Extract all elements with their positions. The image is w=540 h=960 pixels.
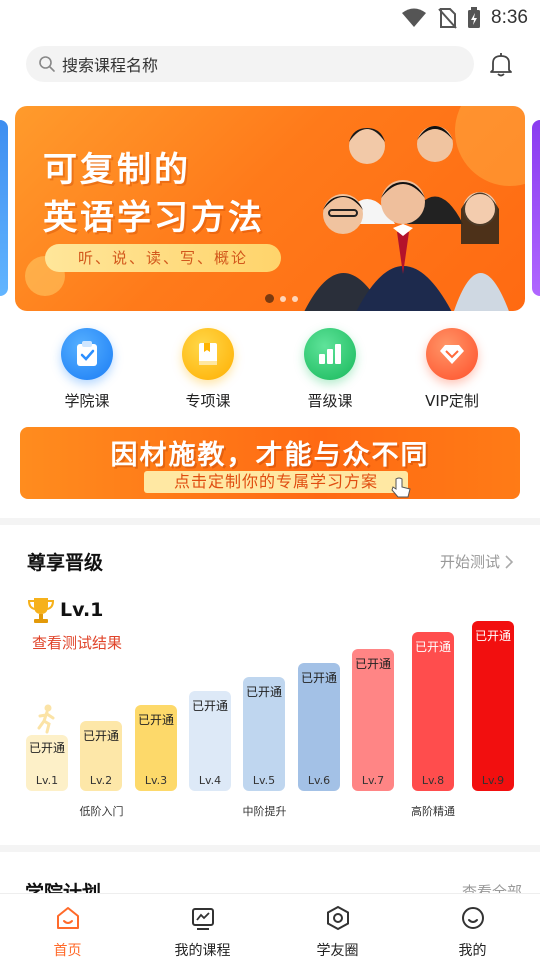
band-beginner: 低阶入门	[26, 799, 177, 825]
level-status: 已开通	[191, 699, 228, 713]
level-label: Lv.6	[307, 774, 331, 787]
search-placeholder: 搜索课程名称	[62, 56, 159, 75]
chevron-right-icon	[505, 554, 514, 569]
diamond-icon	[426, 328, 478, 380]
level-bar[interactable]: 已开通 Lv.3	[135, 705, 177, 791]
custom-plan-banner[interactable]: 因材施教，才能与众不同 点击定制你的专属学习方案	[20, 427, 520, 499]
band-advanced: 高阶精通	[352, 799, 514, 825]
app-screen: 8:36 搜索课程名称 可复制的 英语学习方法 听、说、读、写、概论 学院课 专…	[0, 0, 540, 960]
category-promotion-course[interactable]: 晋级课	[275, 328, 385, 411]
level-bar[interactable]: 已开通 Lv.5	[243, 677, 285, 791]
runner-icon	[37, 704, 55, 734]
status-icons: 8:36	[401, 6, 528, 30]
view-test-result-link[interactable]: 查看测试结果	[32, 632, 122, 653]
band-label: 中阶提升	[242, 805, 287, 818]
level-status: 已开通	[474, 629, 511, 643]
start-test-label: 开始测试	[439, 553, 500, 571]
trophy-icon	[27, 598, 55, 623]
category-label: 晋级课	[307, 392, 353, 410]
hand-pointer-icon	[391, 477, 411, 498]
level-label: Lv.7	[361, 774, 385, 787]
status-bar: 8:36	[0, 0, 540, 36]
band-label: 低阶入门	[79, 805, 124, 818]
level-label: Lv.2	[89, 774, 113, 787]
smiley-icon	[461, 907, 484, 929]
section-title-level: 尊享晋级	[27, 552, 104, 574]
level-label: Lv.1	[35, 774, 59, 787]
carousel-banner[interactable]: 可复制的 英语学习方法 听、说、读、写、概论	[15, 106, 525, 311]
current-level: Lv.1	[26, 595, 103, 625]
nav-label: 我的	[458, 943, 487, 959]
level-status: 已开通	[414, 640, 451, 654]
level-label: Lv.9	[481, 774, 505, 787]
band-label: 高阶精通	[411, 805, 455, 818]
promo-subtitle: 点击定制你的专属学习方案	[144, 471, 408, 493]
home-icon	[56, 907, 79, 929]
banner-subtitle: 听、说、读、写、概论	[45, 244, 281, 272]
hexagon-icon	[326, 905, 349, 931]
search-input[interactable]: 搜索课程名称	[26, 46, 474, 82]
clipboard-check-icon	[61, 328, 113, 380]
start-test-link[interactable]: 开始测试	[440, 551, 514, 572]
category-label: 学院课	[64, 392, 110, 410]
level-status: 已开通	[354, 657, 391, 671]
level-status: 已开通	[82, 729, 119, 743]
no-sim-icon	[438, 8, 457, 29]
teachers-photo	[304, 126, 509, 311]
level-label: Lv.8	[421, 774, 445, 787]
level-bar[interactable]: 已开通 Lv.8	[412, 632, 454, 791]
carousel-dot[interactable]	[280, 295, 286, 302]
current-level-text: Lv.1	[60, 599, 104, 621]
bell-icon[interactable]	[487, 50, 515, 78]
nav-profile[interactable]: 我的	[405, 894, 540, 960]
nav-label: 学友圈	[316, 943, 359, 959]
banner-title-line1: 可复制的	[43, 150, 191, 190]
level-label: Lv.4	[198, 774, 222, 787]
wifi-icon	[402, 8, 427, 27]
level-status: 已开通	[300, 671, 337, 685]
nav-my-courses[interactable]: 我的课程	[135, 894, 270, 960]
search-icon	[39, 56, 55, 72]
carousel-dot[interactable]	[265, 294, 274, 303]
level-bar[interactable]: 已开通 Lv.7	[352, 649, 394, 791]
category-college-course[interactable]: 学院课	[32, 328, 142, 411]
promo-title: 因材施教，才能与众不同	[110, 440, 430, 471]
nav-label: 首页	[53, 943, 82, 959]
category-special-course[interactable]: 专项课	[153, 328, 263, 411]
level-bar[interactable]: 已开通 Lv.2	[80, 721, 122, 791]
level-status: 已开通	[28, 741, 65, 755]
clock-time: 8:36	[491, 7, 528, 28]
battery-charging-icon	[468, 7, 481, 28]
nav-label: 我的课程	[174, 943, 231, 959]
book-icon	[182, 328, 234, 380]
level-status: 已开通	[245, 685, 282, 699]
section-divider	[0, 518, 540, 525]
banner-title-line2: 英语学习方法	[43, 198, 265, 238]
bar-chart-icon	[304, 328, 356, 380]
band-intermediate: 中阶提升	[189, 799, 340, 825]
category-label: VIP定制	[425, 392, 479, 410]
carousel-dot[interactable]	[292, 295, 298, 302]
bottom-nav: 首页 我的课程 学友圈 我的	[0, 893, 540, 960]
nav-study-circle[interactable]: 学友圈	[270, 894, 405, 960]
level-bar[interactable]: 已开通 Lv.6	[298, 663, 340, 791]
carousel-next-card[interactable]	[532, 120, 540, 296]
nav-home[interactable]: 首页	[0, 894, 135, 960]
level-bar[interactable]: 已开通 Lv.4	[189, 691, 231, 791]
level-label: Lv.3	[144, 774, 168, 787]
course-chart-icon	[191, 908, 214, 930]
section-divider	[0, 845, 540, 852]
category-label: 专项课	[185, 392, 231, 410]
carousel-indicator	[265, 294, 298, 303]
category-vip-custom[interactable]: VIP定制	[397, 328, 507, 411]
level-status: 已开通	[137, 713, 174, 727]
level-label: Lv.5	[252, 774, 276, 787]
level-bar[interactable]: 已开通 Lv.9	[472, 621, 514, 791]
level-bar[interactable]: 已开通 Lv.1	[26, 735, 68, 791]
carousel-prev-card[interactable]	[0, 120, 8, 296]
